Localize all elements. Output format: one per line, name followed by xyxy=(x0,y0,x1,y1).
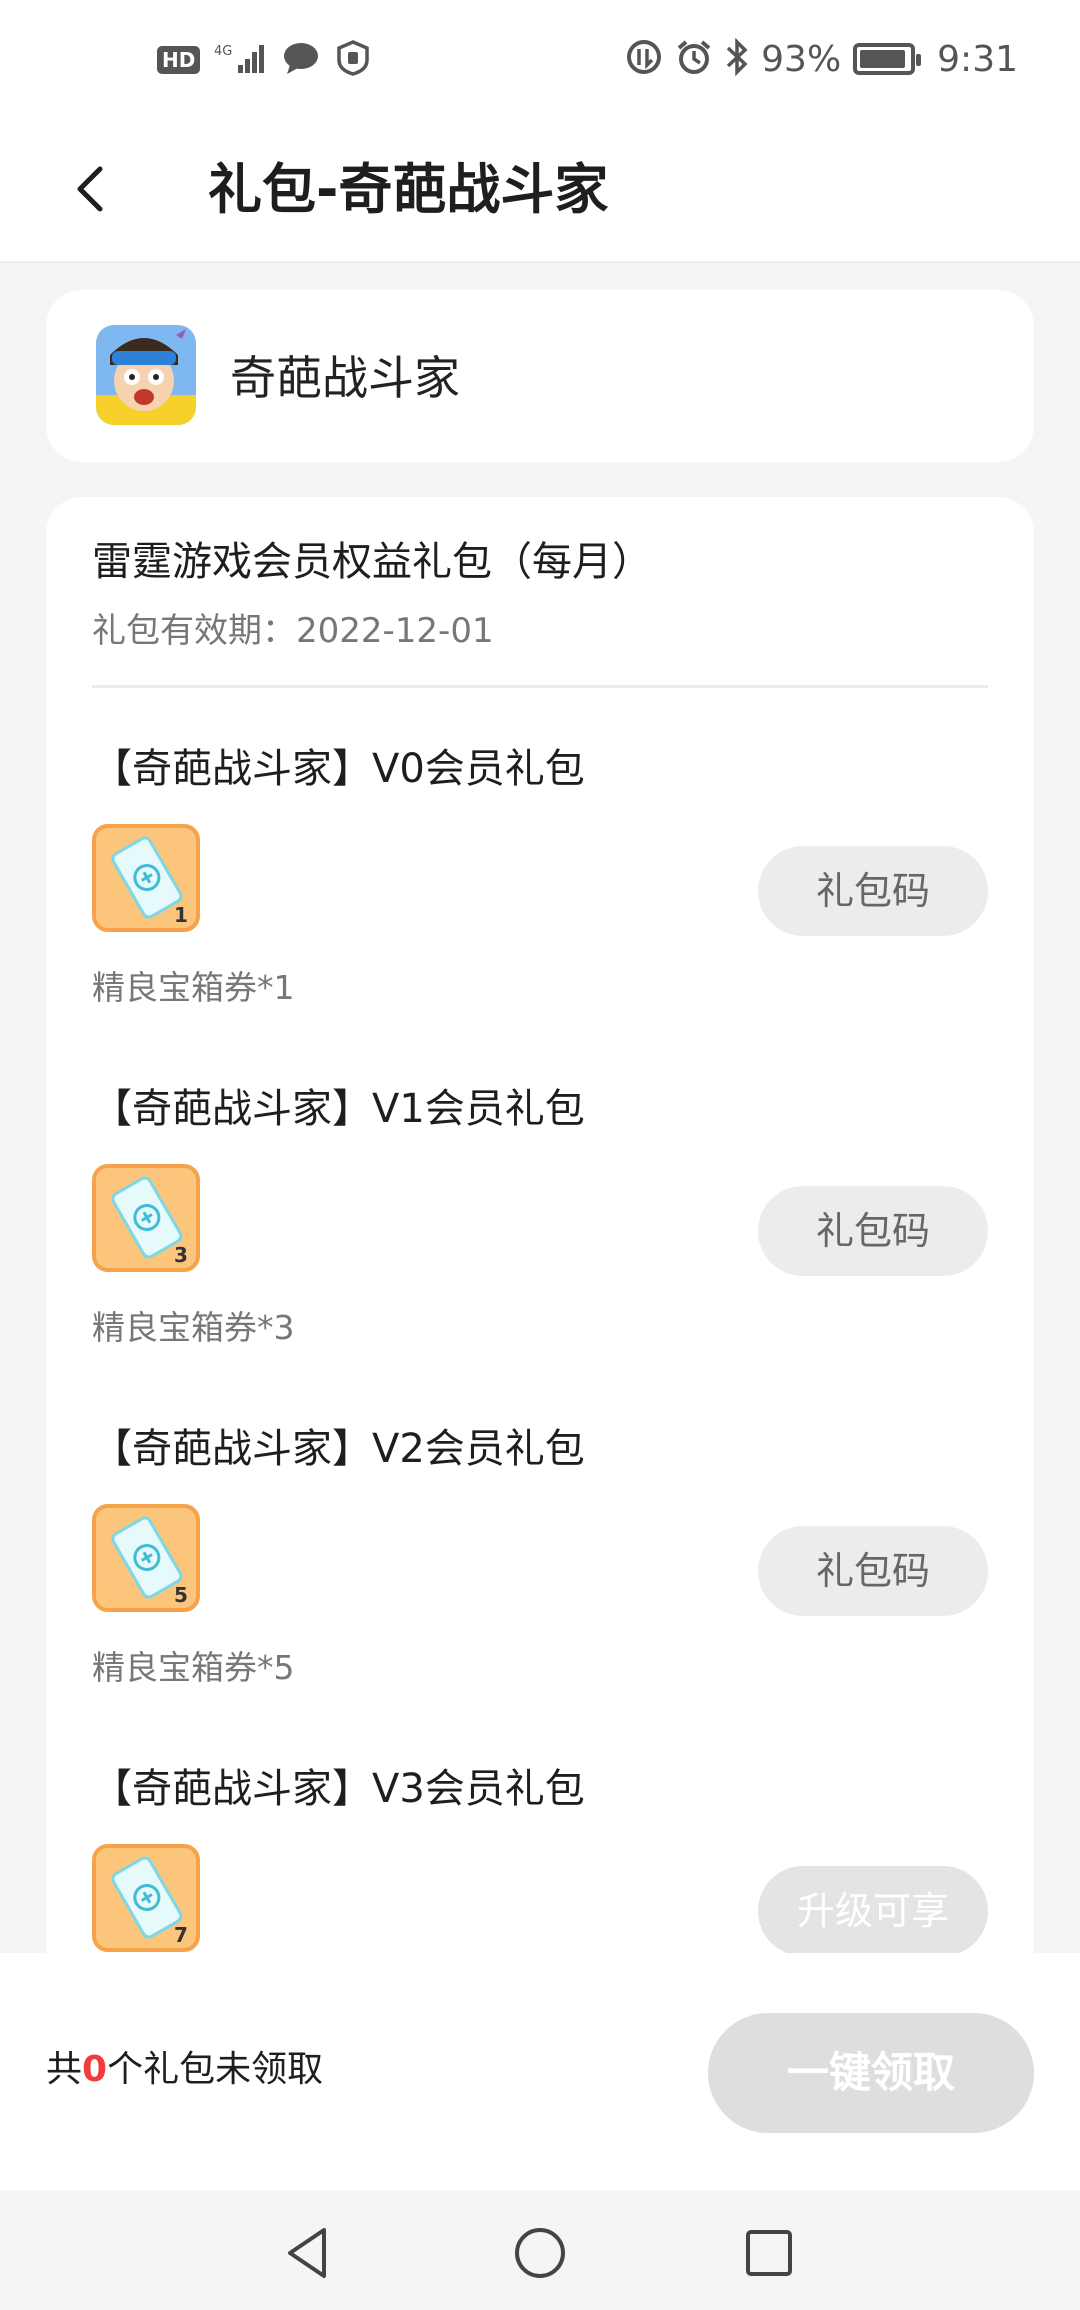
circle-home-icon xyxy=(515,2228,565,2278)
nav-home-button[interactable] xyxy=(507,2220,573,2286)
svg-text:4G: 4G xyxy=(214,44,232,59)
gift-item: 【奇葩战斗家】V1会员礼包 3 礼包码 精良宝箱券*3 xyxy=(92,1084,988,1384)
battery-percent: 93% xyxy=(761,38,842,80)
ticket-count-badge: 7 xyxy=(174,1923,188,1947)
gift-item-name: 【奇葩战斗家】V3会员礼包 xyxy=(92,1766,585,1812)
message-icon xyxy=(282,41,320,79)
hd-badge: HD xyxy=(157,46,201,74)
gift-group-title: 雷霆游戏会员权益礼包（每月） xyxy=(92,539,652,585)
gift-group-validity: 礼包有效期：2022-12-01 xyxy=(92,611,494,651)
chevron-left-icon xyxy=(77,166,103,212)
gift-code-button[interactable]: 礼包码 xyxy=(758,1186,988,1276)
game-avatar xyxy=(96,325,196,425)
ticket-icon: 1 xyxy=(92,824,200,932)
signal-icon: 4G xyxy=(214,41,268,79)
gift-item-name: 【奇葩战斗家】V1会员礼包 xyxy=(92,1086,585,1132)
alarm-icon xyxy=(675,38,713,80)
status-left: HD 4G xyxy=(157,40,372,80)
back-button[interactable] xyxy=(60,155,130,225)
gift-code-button[interactable]: 礼包码 xyxy=(758,846,988,936)
gift-item: 【奇葩战斗家】V0会员礼包 1 礼包码 精良宝箱券*1 xyxy=(92,744,988,1044)
ticket-icon: 5 xyxy=(92,1504,200,1612)
unclaimed-summary: 共0个礼包未领取 xyxy=(46,2045,323,2095)
gift-item-name: 【奇葩战斗家】V2会员礼包 xyxy=(92,1426,585,1472)
page-title: 礼包-奇葩战斗家 xyxy=(208,158,609,221)
gift-code-button[interactable]: 礼包码 xyxy=(758,1526,988,1616)
summary-suffix: 个礼包未领取 xyxy=(107,2049,324,2090)
game-card[interactable]: 奇葩战斗家 xyxy=(46,290,1034,462)
nav-recents-button[interactable] xyxy=(736,2220,802,2286)
status-right: 93% 9:31 xyxy=(625,37,1018,80)
ticket-count-badge: 1 xyxy=(174,903,188,927)
summary-prefix: 共 xyxy=(46,2049,83,2090)
unclaimed-count: 0 xyxy=(82,2049,108,2090)
triangle-back-icon xyxy=(288,2228,326,2278)
ticket-icon: 3 xyxy=(92,1164,200,1272)
battery-icon xyxy=(853,43,922,75)
gift-item-name: 【奇葩战斗家】V0会员礼包 xyxy=(92,746,585,792)
divider xyxy=(92,685,988,688)
game-name: 奇葩战斗家 xyxy=(230,351,460,405)
data-saver-icon xyxy=(625,38,663,80)
ticket-count-badge: 3 xyxy=(174,1243,188,1267)
gift-item-desc: 精良宝箱券*1 xyxy=(92,968,295,1007)
privacy-icon xyxy=(334,40,372,80)
gift-item-desc: 精良宝箱券*5 xyxy=(92,1648,295,1687)
gift-group-card: 雷霆游戏会员权益礼包（每月） 礼包有效期：2022-12-01 【奇葩战斗家】V… xyxy=(46,497,1034,1997)
bluetooth-icon xyxy=(725,37,749,80)
clock: 9:31 xyxy=(937,38,1018,80)
system-nav-bar xyxy=(0,2190,1080,2310)
ticket-count-badge: 5 xyxy=(174,1583,188,1607)
bottom-bar: 共0个礼包未领取 一键领取 xyxy=(0,1953,1080,2190)
square-recents-icon xyxy=(746,2230,792,2276)
battery-level xyxy=(860,50,906,68)
status-bar: HD 4G 93% 9:31 xyxy=(0,0,1080,125)
gift-item: 【奇葩战斗家】V2会员礼包 5 礼包码 精良宝箱券*5 xyxy=(92,1424,988,1724)
nav-back-button[interactable] xyxy=(276,2220,342,2286)
upgrade-to-unlock-button[interactable]: 升级可享 xyxy=(758,1866,988,1956)
header: 礼包-奇葩战斗家 xyxy=(0,125,1080,263)
gift-item-desc: 精良宝箱券*3 xyxy=(92,1308,295,1347)
ticket-icon: 7 xyxy=(92,1844,200,1952)
claim-all-button[interactable]: 一键领取 xyxy=(708,2013,1034,2133)
